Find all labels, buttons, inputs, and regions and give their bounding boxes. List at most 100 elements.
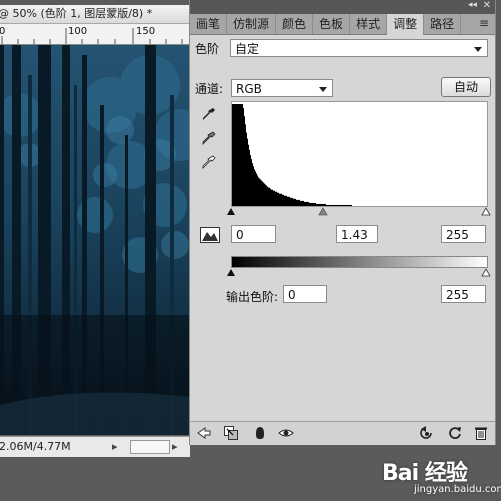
chevron-down-icon [474, 47, 482, 52]
scroll-right-icon[interactable]: ▸ [172, 437, 178, 457]
histogram-bar [276, 191, 277, 206]
tab-color[interactable]: 颜色 [276, 14, 314, 34]
auto-button[interactable]: 自动 [441, 77, 491, 97]
histogram-bar [242, 104, 243, 206]
ruler-label-150: 150 [136, 26, 156, 37]
tab-styles[interactable]: 样式 [350, 14, 388, 34]
gray-point-eyedropper-icon[interactable] [201, 130, 217, 146]
ruler-ticks [1, 28, 183, 44]
histogram-bar [289, 196, 290, 206]
black-point-eyedropper-icon[interactable] [201, 106, 217, 122]
histogram-graph [232, 104, 352, 206]
watermark-text: Bai 经验 [382, 461, 468, 486]
histogram-bar [255, 171, 256, 206]
input-gamma-field[interactable]: 1.43 [336, 225, 378, 243]
back-icon[interactable] [196, 425, 212, 441]
clipping-warning-icon[interactable] [200, 227, 220, 243]
document-canvas[interactable] [0, 45, 190, 435]
histogram-bar [275, 191, 276, 206]
histogram-bar [282, 194, 283, 206]
channel-dropdown[interactable]: RGB [231, 79, 333, 97]
histogram-bar [233, 104, 234, 206]
histogram-bar [283, 194, 284, 206]
histogram [231, 101, 488, 207]
histogram-bar [295, 198, 296, 206]
output-black-field[interactable]: 0 [283, 285, 327, 303]
histogram-bar [244, 116, 245, 206]
watermark-url: jingyan.baidu.com [414, 484, 501, 495]
histogram-bar [252, 163, 253, 206]
reset-icon[interactable] [447, 425, 463, 441]
clip-to-layer-icon[interactable] [223, 425, 239, 441]
input-white-field[interactable]: 255 [441, 225, 486, 243]
visibility-eye-icon[interactable] [278, 425, 294, 441]
histogram-bar [246, 132, 247, 206]
histogram-bar [278, 192, 279, 206]
histogram-bar [272, 189, 273, 206]
preset-dropdown[interactable]: 自定 [230, 39, 488, 57]
histogram-bar [288, 196, 289, 206]
histogram-bar [280, 193, 281, 206]
status-menu-arrow-icon[interactable]: ▸ [112, 437, 118, 457]
black-input-slider-handle[interactable] [227, 208, 235, 215]
histogram-bar [286, 195, 287, 206]
levels-label: 色阶 [195, 42, 220, 56]
tab-adjustments[interactable]: 调整 [387, 14, 425, 35]
white-input-slider-handle[interactable] [481, 207, 491, 216]
white-point-eyedropper-icon[interactable] [201, 154, 217, 170]
histogram-bar [241, 104, 242, 206]
histogram-bar [270, 188, 271, 206]
input-black-field[interactable]: 0 [231, 225, 276, 243]
tab-brush[interactable]: 画笔 [190, 14, 228, 34]
histogram-bar [292, 197, 293, 206]
histogram-bar [240, 104, 241, 206]
histogram-bar [262, 181, 263, 206]
histogram-bar [266, 185, 267, 206]
close-panel-icon[interactable]: ✕ [483, 0, 491, 11]
histogram-bar [294, 198, 295, 206]
histogram-bar [293, 198, 294, 206]
input-levels-slider[interactable] [226, 206, 492, 216]
output-levels-slider[interactable] [226, 267, 492, 277]
ruler-label-100: 100 [68, 26, 88, 37]
histogram-bar [253, 166, 254, 206]
collapse-panel-icon[interactable]: ◂◂ [468, 0, 477, 10]
horizontal-scrollbar[interactable] [130, 440, 170, 454]
histogram-bar [245, 124, 246, 206]
black-output-slider-handle[interactable] [227, 269, 235, 276]
histogram-bar [273, 190, 274, 206]
histogram-bar [247, 138, 248, 206]
delete-icon[interactable] [473, 425, 489, 441]
histogram-bar [269, 187, 270, 206]
document-tab-title[interactable]: @ 50% (色阶 1, 图层蒙版/8) * [0, 5, 190, 24]
tab-clone-source[interactable]: 仿制源 [227, 14, 277, 34]
histogram-bar [251, 159, 252, 206]
panel-header-bar: ◂◂ ✕ [190, 0, 495, 14]
ruler-label-0: 0 [0, 26, 5, 37]
white-output-slider-handle[interactable] [481, 268, 491, 277]
tab-paths[interactable]: 路径 [424, 14, 462, 34]
histogram-bar [261, 180, 262, 206]
histogram-bar [277, 192, 278, 206]
histogram-bar [249, 149, 250, 206]
output-white-field[interactable]: 255 [441, 285, 486, 303]
preset-value: 自定 [235, 42, 260, 56]
histogram-bar [260, 179, 261, 206]
histogram-bar [234, 104, 235, 206]
histogram-bar [290, 197, 291, 206]
histogram-bar [284, 195, 285, 206]
tab-swatches[interactable]: 色板 [313, 14, 351, 34]
baidu-jingyan-watermark: Bai 经验 jingyan.baidu.com [382, 455, 501, 495]
panel-menu-icon[interactable]: ≡ [479, 16, 489, 30]
histogram-bar [258, 177, 259, 206]
mask-icon[interactable] [252, 425, 268, 441]
histogram-bar [268, 187, 269, 206]
histogram-bar [239, 104, 240, 206]
histogram-bar [265, 184, 266, 206]
horizontal-ruler: 0 100 150 [0, 24, 190, 45]
histogram-bar [237, 104, 238, 206]
previous-state-icon[interactable] [418, 425, 434, 441]
histogram-bar [263, 182, 264, 206]
document-size-text: 2.06M/4.77M [0, 440, 71, 453]
gamma-input-slider-handle[interactable] [318, 207, 328, 216]
